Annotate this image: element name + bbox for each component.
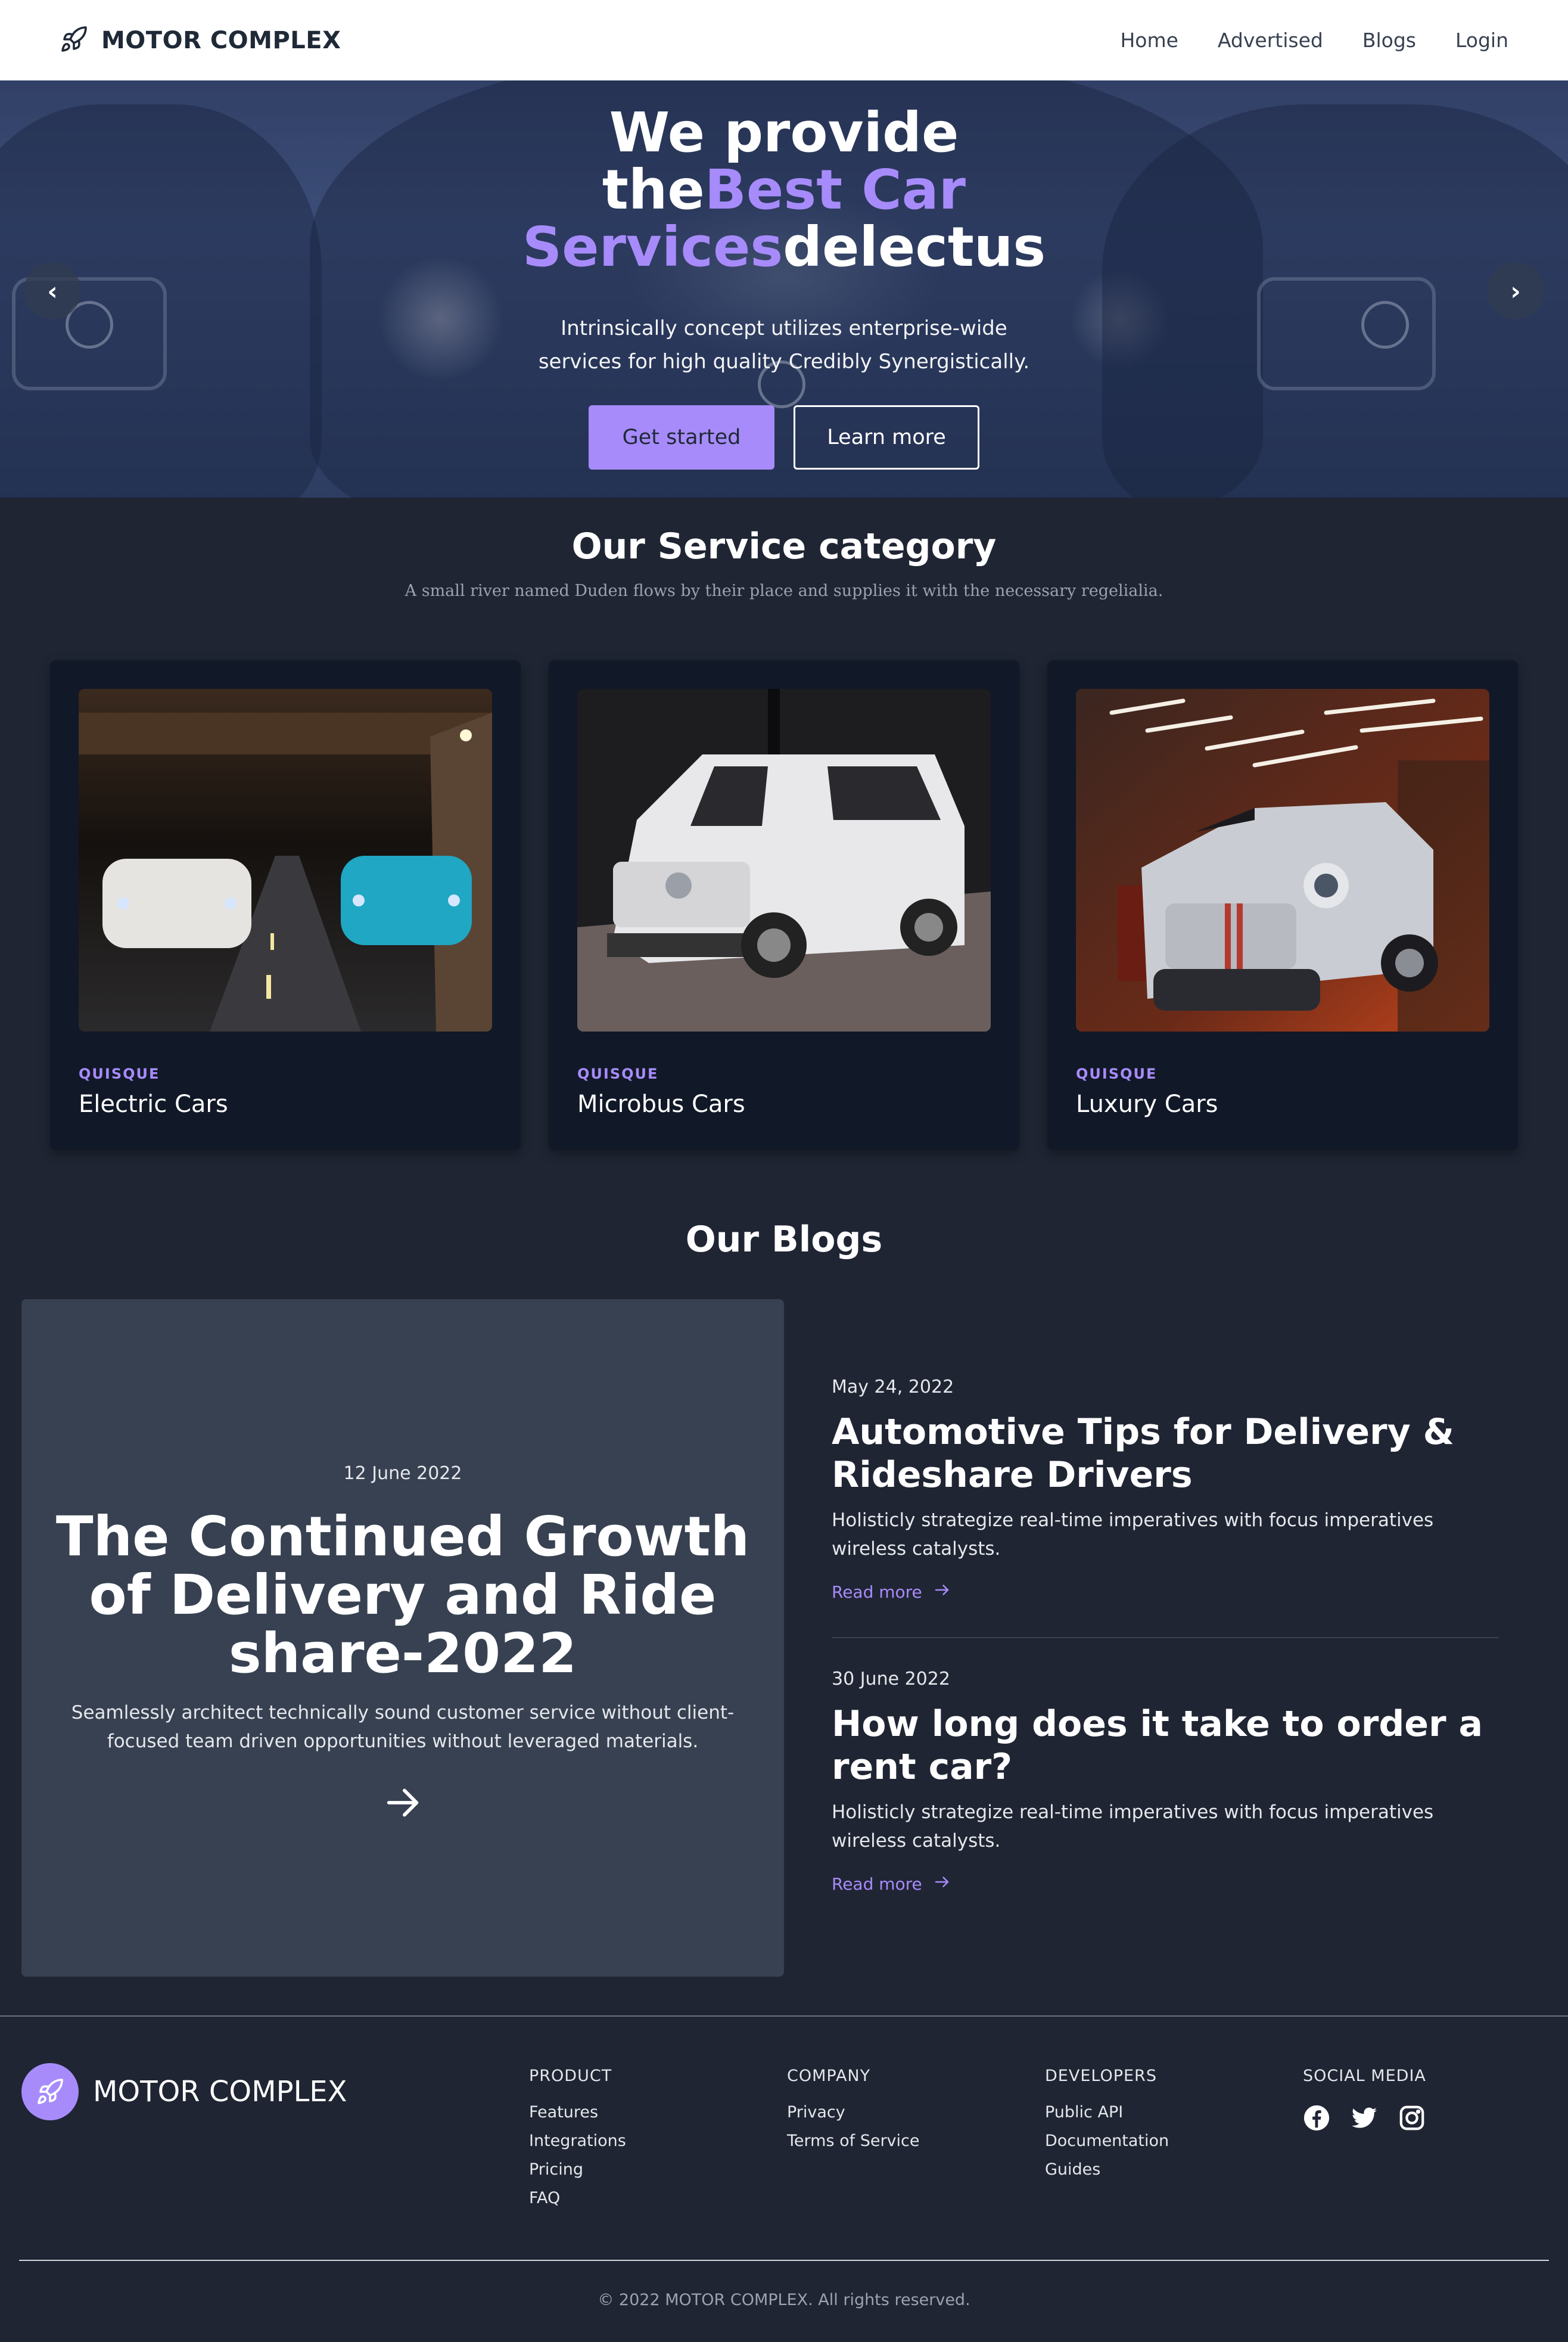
blog-divider xyxy=(832,1637,1499,1638)
blogs-title: Our Blogs xyxy=(685,1219,883,1260)
card-kicker: QUISQUE xyxy=(79,1066,160,1082)
hero-subtitle: Intrinsically concept utilizes enterpris… xyxy=(538,316,1030,374)
card-kicker: QUISQUE xyxy=(1076,1066,1158,1082)
read-more-label: Read more xyxy=(832,1874,922,1894)
footer-column-social: SOCIAL MEDIA xyxy=(1303,2067,1426,2134)
read-more-label: Read more xyxy=(832,1582,922,1602)
nav-link-home[interactable]: Home xyxy=(1120,29,1178,52)
blog-post-item: 30 June 2022 How long does it take to or… xyxy=(832,1669,1499,1895)
nav-links: Home Advertised Blogs Login xyxy=(1120,0,1508,80)
get-started-button[interactable]: Get started xyxy=(589,405,774,470)
top-navbar: MOTOR COMPLEX Home Advertised Blogs Logi… xyxy=(0,0,1568,80)
arrow-right-icon xyxy=(933,1581,951,1603)
footer-link-privacy[interactable]: Privacy xyxy=(787,2104,920,2120)
hero-title: We provide theBest Car Servicesdelectus xyxy=(486,104,1082,276)
arrow-right-icon xyxy=(933,1873,951,1895)
footer-link-faq[interactable]: FAQ xyxy=(529,2190,626,2206)
arrow-right-icon[interactable] xyxy=(382,1782,424,1824)
chevron-left-icon: ‹ xyxy=(47,276,58,306)
blog-post-description: Holisticly strategize real-time imperati… xyxy=(832,1801,1434,1852)
microbus-cars-image xyxy=(577,689,991,1032)
footer-bottom-divider xyxy=(19,2260,1549,2261)
footer-link-features[interactable]: Features xyxy=(529,2104,626,2120)
card-title: Luxury Cars xyxy=(1076,1091,1218,1118)
footer-link-integrations[interactable]: Integrations xyxy=(529,2133,626,2149)
blog-post-date: 30 June 2022 xyxy=(832,1669,950,1689)
rocket-icon xyxy=(21,2063,79,2120)
social-links xyxy=(1303,2104,1426,2134)
nav-link-advertised[interactable]: Advertised xyxy=(1218,29,1323,52)
hero-banner: We provide theBest Car Servicesdelectus … xyxy=(0,80,1568,498)
read-more-link[interactable]: Read more xyxy=(832,1873,1499,1895)
learn-more-button[interactable]: Learn more xyxy=(794,405,979,470)
hero-title-part2: delectus xyxy=(783,215,1046,279)
brand-logo-link[interactable]: MOTOR COMPLEX xyxy=(60,0,341,80)
footer-link-pricing[interactable]: Pricing xyxy=(529,2161,626,2178)
twitter-icon[interactable] xyxy=(1351,2104,1378,2134)
chevron-right-icon: › xyxy=(1510,276,1521,306)
footer-link-documentation[interactable]: Documentation xyxy=(1045,2133,1169,2149)
blog-post-title[interactable]: Automotive Tips for Delivery & Rideshare… xyxy=(832,1411,1499,1496)
blog-post-description: Holisticly strategize real-time imperati… xyxy=(832,1509,1434,1560)
card-kicker: QUISQUE xyxy=(577,1066,659,1082)
instagram-icon[interactable] xyxy=(1398,2104,1426,2134)
footer-top-divider xyxy=(0,2015,1568,2017)
footer-column-developers: DEVELOPERS Public API Documentation Guid… xyxy=(1045,2067,1169,2178)
luxury-cars-image xyxy=(1076,689,1489,1032)
service-card-electric[interactable]: QUISQUE Electric Cars xyxy=(50,660,521,1150)
copyright-text: © 2022 MOTOR COMPLEX. All rights reserve… xyxy=(598,2291,970,2309)
footer-column-heading: COMPANY xyxy=(787,2067,871,2085)
card-title: Microbus Cars xyxy=(577,1091,745,1118)
nav-link-login[interactable]: Login xyxy=(1455,29,1508,52)
electric-cars-image xyxy=(79,689,492,1032)
carousel-next-button[interactable]: › xyxy=(1487,262,1544,319)
blog-post-item: May 24, 2022 Automotive Tips for Deliver… xyxy=(832,1377,1499,1603)
card-title: Electric Cars xyxy=(79,1091,228,1118)
service-card-luxury[interactable]: QUISQUE Luxury Cars xyxy=(1047,660,1518,1150)
rocket-icon xyxy=(60,25,88,56)
footer-brand-name: MOTOR COMPLEX xyxy=(93,2075,347,2108)
featured-blog-description: Seamlessly architect technically sound c… xyxy=(71,1702,735,1752)
nav-link-blogs[interactable]: Blogs xyxy=(1362,29,1416,52)
featured-blog-title: The Continued Growth of Delivery and Rid… xyxy=(55,1505,750,1685)
footer-brand-link[interactable]: MOTOR COMPLEX xyxy=(21,2063,347,2120)
facebook-icon[interactable] xyxy=(1303,2104,1330,2134)
footer-column-company: COMPANY Privacy Terms of Service xyxy=(787,2067,920,2149)
footer-column-heading: PRODUCT xyxy=(529,2067,612,2085)
brand-name: MOTOR COMPLEX xyxy=(101,26,341,54)
featured-blog-card[interactable]: 12 June 2022 The Continued Growth of Del… xyxy=(21,1299,784,1977)
footer-column-heading: DEVELOPERS xyxy=(1045,2067,1157,2085)
footer-column-heading: SOCIAL MEDIA xyxy=(1303,2067,1426,2085)
service-card-microbus[interactable]: QUISQUE Microbus Cars xyxy=(549,660,1019,1150)
read-more-link[interactable]: Read more xyxy=(832,1581,1499,1603)
footer-column-product: PRODUCT Features Integrations Pricing FA… xyxy=(529,2067,626,2206)
footer-link-public-api[interactable]: Public API xyxy=(1045,2104,1169,2120)
carousel-prev-button[interactable]: ‹ xyxy=(24,262,81,319)
blog-post-title[interactable]: How long does it take to order a rent ca… xyxy=(832,1703,1499,1788)
services-subtitle: A small river named Duden flows by their… xyxy=(405,582,1163,600)
footer-link-terms[interactable]: Terms of Service xyxy=(787,2133,920,2149)
blog-post-date: May 24, 2022 xyxy=(832,1377,954,1397)
services-title: Our Service category xyxy=(571,526,997,567)
featured-blog-date: 12 June 2022 xyxy=(343,1463,462,1484)
footer-link-guides[interactable]: Guides xyxy=(1045,2161,1169,2178)
